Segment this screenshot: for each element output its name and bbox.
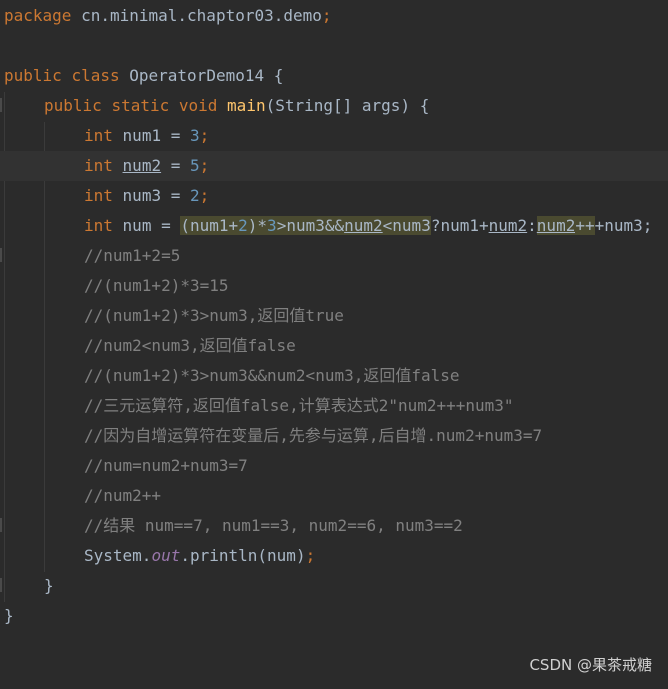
keyword: static (111, 96, 170, 115)
comment: //结果 num==7, num1==3, num2==6, num3==2 (84, 516, 463, 535)
code-line-comment[interactable]: //结果 num==7, num1==3, num2==6, num3==2 (0, 511, 668, 541)
code-line-close-class[interactable]: } (0, 601, 668, 631)
expression-part: >num3&& (276, 216, 345, 235)
code-line-comment[interactable]: //num=num2+num3=7 (0, 451, 668, 481)
number-literal: 5 (189, 156, 200, 175)
operator: = (161, 186, 190, 205)
expression-variable: num2 (536, 216, 576, 235)
method-name: main (227, 96, 266, 115)
variable: num2 (122, 156, 162, 175)
code-line-comment[interactable]: //(num1+2)*3>num3&&num2<num3,返回值false (0, 361, 668, 391)
static-field: out (151, 546, 181, 565)
semicolon: ; (305, 546, 316, 565)
package-name: cn.minimal.chaptor03.demo (81, 6, 322, 25)
semicolon: ; (199, 126, 210, 145)
open-brace: { (419, 96, 430, 115)
class-name: OperatorDemo14 (129, 66, 265, 85)
keyword: int (84, 156, 113, 175)
expression-lhs: num = (122, 216, 181, 235)
watermark: CSDN @果茶戒糖 (529, 656, 652, 674)
method-params: (String[] args) (265, 96, 411, 115)
expression-part: <num3 (382, 216, 431, 235)
comment: //num2<num3,返回值false (84, 336, 296, 355)
keyword: int (84, 186, 113, 205)
expression-part: ?num1+ (430, 216, 489, 235)
code-line-main-decl[interactable]: public static void main(String[] args) { (0, 91, 668, 121)
operator: = (161, 156, 190, 175)
code-line-decl-num3[interactable]: int num3 = 2; (0, 181, 668, 211)
expression-part: (num1+ (180, 216, 239, 235)
code-line-comment[interactable]: //num1+2=5 (0, 241, 668, 271)
keyword: int (84, 216, 113, 235)
variable: num1 (122, 126, 162, 145)
code-line-comment[interactable]: //(num1+2)*3>num3,返回值true (0, 301, 668, 331)
code-line-comment[interactable]: //三元运算符,返回值false,计算表达式2"num2+++num3" (0, 391, 668, 421)
keyword: int (84, 126, 113, 145)
code-line-class-decl[interactable]: public class OperatorDemo14 { (0, 61, 668, 91)
keyword: package (4, 6, 72, 25)
number-literal: 3 (189, 126, 200, 145)
code-line-comment[interactable]: //因为自增运算符在变量后,先参与运算,后自增.num2+num3=7 (0, 421, 668, 451)
expression-part: )* (247, 216, 268, 235)
code-line-comment[interactable]: //(num1+2)*3=15 (0, 271, 668, 301)
open-brace: { (273, 66, 284, 85)
code-line-comment[interactable]: //num2++ (0, 481, 668, 511)
code-line-decl-num1[interactable]: int num1 = 3; (0, 121, 668, 151)
expression-part: : (527, 216, 537, 235)
code-line-comment[interactable]: //num2<num3,返回值false (0, 331, 668, 361)
comment: //(num1+2)*3>num3&&num2<num3,返回值false (84, 366, 460, 385)
number-literal: 2 (238, 216, 248, 235)
comment: //三元运算符,返回值false,计算表达式2"num2+++num3" (84, 396, 514, 415)
close-brace: } (44, 576, 54, 595)
keyword: void (178, 96, 218, 115)
comment: //(num1+2)*3=15 (84, 276, 229, 295)
code-line-expression[interactable]: int num = (num1+2)*3>num3&&num2<num3?num… (0, 211, 668, 241)
class-ref: System. (84, 546, 152, 565)
code-line-package[interactable]: package cn.minimal.chaptor03.demo; (0, 1, 668, 31)
comment: //因为自增运算符在变量后,先参与运算,后自增.num2+num3=7 (84, 426, 543, 445)
comment: //num2++ (84, 486, 162, 505)
code-editor[interactable]: package cn.minimal.chaptor03.demo; publi… (0, 0, 668, 689)
semicolon: ; (199, 186, 210, 205)
comment: //num=num2+num3=7 (84, 456, 248, 475)
expression-variable: num2 (488, 216, 528, 235)
code-line-close-main[interactable]: } (0, 571, 668, 601)
comment: //num1+2=5 (84, 246, 181, 265)
comment: //(num1+2)*3>num3,返回值true (84, 306, 344, 325)
number-literal: 2 (189, 186, 200, 205)
keyword: class (71, 66, 120, 85)
method-call: .println(num) (180, 546, 306, 565)
keyword: public (4, 66, 62, 85)
keyword: public (44, 96, 102, 115)
code-line-decl-num2[interactable]: int num2 = 5; (0, 151, 668, 181)
close-brace: } (4, 606, 14, 625)
expression-part: ++ (575, 216, 595, 235)
variable: num3 (122, 186, 162, 205)
operator: = (161, 126, 190, 145)
semicolon: ; (199, 156, 210, 175)
code-line-println[interactable]: System.out.println(num); (0, 541, 668, 571)
expression-variable: num2 (344, 216, 383, 235)
semicolon: ; (321, 6, 332, 25)
expression-part: +num3; (594, 216, 653, 235)
number-literal: 3 (267, 216, 277, 235)
